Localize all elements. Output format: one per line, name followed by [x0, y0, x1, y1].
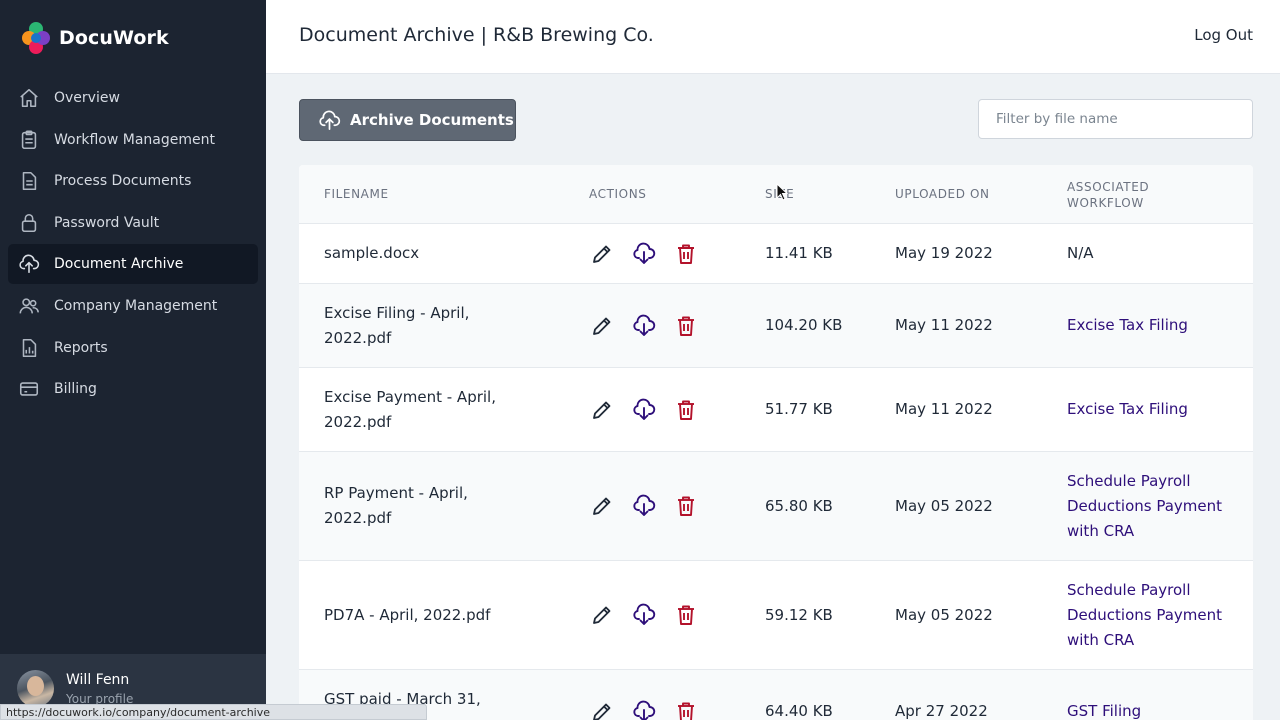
link-status-bar: https://docuwork.io/company/document-arc… [0, 704, 427, 720]
table-row: sample.docx 11.41 KB May 19 2022 N/A [299, 224, 1253, 284]
download-icon[interactable] [631, 313, 657, 339]
mouse-cursor-icon [776, 183, 788, 201]
sidebar-nav: Overview Workflow Management Process Doc… [8, 78, 258, 411]
actions-cell [589, 452, 715, 560]
edit-pencil-icon[interactable] [589, 313, 615, 339]
edit-pencil-icon[interactable] [589, 493, 615, 519]
page-title: Document Archive | R&B Brewing Co. [299, 24, 654, 46]
sidebar-item-label: Process Documents [54, 173, 192, 190]
uploaded-on-cell: Apr 27 2022 [895, 702, 988, 720]
actions-cell [589, 284, 715, 367]
workflow-link[interactable]: Excise Tax Filing [1067, 368, 1237, 451]
download-icon[interactable] [631, 397, 657, 423]
size-cell: 59.12 KB [765, 605, 833, 624]
workflow-link[interactable]: Excise Tax Filing [1067, 284, 1237, 367]
workflow-link: N/A [1067, 244, 1094, 262]
size-cell: 11.41 KB [765, 244, 833, 262]
workflow-link[interactable]: Schedule Payroll Deductions Payment with… [1067, 561, 1237, 669]
delete-trash-icon[interactable] [673, 602, 699, 628]
sidebar-item-label: Company Management [54, 297, 218, 314]
sidebar-item-label: Document Archive [54, 256, 184, 273]
filter-input[interactable] [978, 99, 1253, 139]
header-associated-workflow[interactable]: ASSOCIATED WORKFLOW [1067, 179, 1177, 211]
delete-trash-icon[interactable] [673, 699, 699, 720]
filename-cell: PD7A - April, 2022.pdf [324, 605, 491, 624]
chart-icon [18, 337, 40, 359]
cloud-upload-icon [18, 253, 40, 275]
table-row: RP Payment - April, 2022.pdf 65.80 KB May … [299, 452, 1253, 561]
logout-button[interactable]: Log Out [1194, 26, 1253, 44]
docuwork-logo-icon [19, 20, 55, 56]
filename-cell: Excise Filing - April, 2022.pdf [324, 303, 470, 347]
delete-trash-icon[interactable] [673, 493, 699, 519]
table-row: Excise Filing - April, 2022.pdf 104.20 KB… [299, 284, 1253, 368]
home-icon [18, 87, 40, 109]
filename-cell: Excise Payment - April, 2022.pdf [324, 387, 496, 431]
header-actions: ACTIONS [589, 187, 647, 201]
download-icon[interactable] [631, 699, 657, 720]
sidebar: DocuWork Overview Workflow Management Pr… [0, 0, 266, 720]
table-body: sample.docx 11.41 KB May 19 2022 N/A Excise … [299, 224, 1253, 720]
actions-cell [589, 224, 715, 283]
size-cell: 65.80 KB [765, 496, 833, 515]
users-icon [18, 295, 40, 317]
delete-trash-icon[interactable] [673, 241, 699, 267]
actions-cell [589, 561, 715, 669]
edit-pencil-icon[interactable] [589, 241, 615, 267]
workflow-link[interactable]: Schedule Payroll Deductions Payment with… [1067, 452, 1237, 560]
sidebar-item-label: Billing [54, 381, 97, 398]
actions-cell [589, 368, 715, 451]
sidebar-item-label: Workflow Management [54, 131, 215, 148]
actions-cell [589, 670, 715, 720]
header-uploaded-on[interactable]: UPLOADED ON [895, 187, 990, 201]
table-row: Excise Payment - April, 2022.pdf 51.77 KB… [299, 368, 1253, 452]
filename-cell: RP Payment - April, 2022.pdf [324, 484, 468, 527]
sidebar-item-overview[interactable]: Overview [8, 78, 258, 118]
sidebar-item-password-vault[interactable]: Password Vault [8, 203, 258, 243]
sidebar-item-label: Reports [54, 339, 108, 356]
size-cell: 104.20 KB [765, 316, 843, 334]
app-logo[interactable]: DocuWork [19, 20, 169, 56]
download-icon[interactable] [631, 493, 657, 519]
uploaded-on-cell: May 05 2022 [895, 496, 993, 515]
profile-name: Will Fenn [66, 672, 130, 688]
cloud-upload-icon [319, 110, 341, 130]
size-cell: 64.40 KB [765, 702, 833, 720]
download-icon[interactable] [631, 602, 657, 628]
archive-documents-button[interactable]: Archive Documents [299, 99, 516, 141]
clipboard-icon [18, 129, 40, 151]
delete-trash-icon[interactable] [673, 313, 699, 339]
edit-pencil-icon[interactable] [589, 397, 615, 423]
uploaded-on-cell: May 19 2022 [895, 244, 993, 262]
sidebar-item-company-management[interactable]: Company Management [8, 286, 258, 326]
workflow-link[interactable]: GST Filing [1067, 670, 1237, 720]
sidebar-item-label: Overview [54, 90, 120, 106]
top-bar: Document Archive | R&B Brewing Co. Log O… [266, 0, 1280, 74]
header-filename[interactable]: FILENAME [324, 187, 389, 201]
documents-table: FILENAME ACTIONS SIZE UPLOADED ON ASSOCI… [299, 165, 1253, 720]
sidebar-item-label: Password Vault [54, 214, 160, 231]
uploaded-on-cell: May 11 2022 [895, 316, 993, 334]
sidebar-item-document-archive[interactable]: Document Archive [8, 244, 258, 285]
sidebar-item-billing[interactable]: Billing [8, 369, 258, 409]
table-row: PD7A - April, 2022.pdf 59.12 KB May 05 202… [299, 561, 1253, 670]
credit-card-icon [18, 378, 40, 400]
archive-documents-label: Archive Documents [350, 111, 514, 129]
lock-icon [18, 212, 40, 234]
delete-trash-icon[interactable] [673, 397, 699, 423]
size-cell: 51.77 KB [765, 400, 833, 418]
sidebar-item-workflow-management[interactable]: Workflow Management [8, 120, 258, 160]
document-icon [18, 170, 40, 192]
edit-pencil-icon[interactable] [589, 699, 615, 720]
uploaded-on-cell: May 05 2022 [895, 605, 993, 624]
app-name: DocuWork [59, 27, 169, 49]
sidebar-item-process-documents[interactable]: Process Documents [8, 161, 258, 201]
sidebar-item-reports[interactable]: Reports [8, 328, 258, 368]
download-icon[interactable] [631, 241, 657, 267]
table-row: GST paid - March 31, 2022.pdf64.40 KBApr… [299, 670, 1253, 720]
avatar [17, 670, 54, 707]
uploaded-on-cell: May 11 2022 [895, 400, 993, 418]
filename-cell: sample.docx [324, 244, 420, 262]
edit-pencil-icon[interactable] [589, 602, 615, 628]
